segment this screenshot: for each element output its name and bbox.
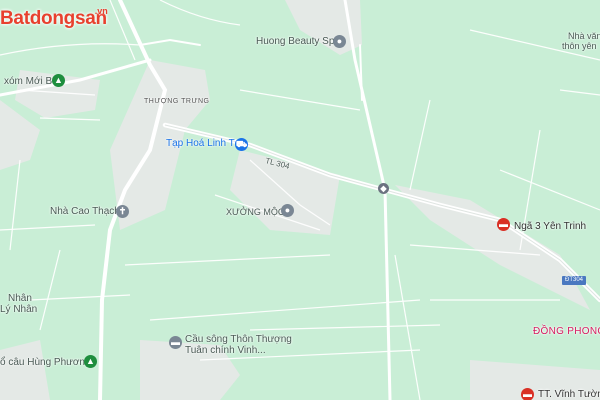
poi-label-tap-hoa[interactable]: Tạp Hoá Linh Tơ [166, 138, 241, 150]
place-label-xom-moi: xóm Mới B [4, 76, 53, 87]
place-label-nha-cao-thach: Nhà Cao Thạch [50, 206, 120, 217]
place-label-thuong-trung: THƯỢNG TRƯNG [144, 98, 210, 105]
poi-label-tt-vinh[interactable]: TT. Vĩnh Tường [538, 389, 600, 400]
place-icon[interactable]: ◆ [378, 183, 389, 194]
shopping-cart-icon[interactable]: ⛟ [235, 138, 248, 151]
place-label-thon-yen: thôn yên [562, 41, 597, 51]
transit-icon[interactable]: ▬ [497, 218, 510, 231]
place-icon[interactable]: ✝ [116, 205, 129, 218]
brand-logo[interactable]: Batdongsan .vn [0, 6, 108, 36]
poi-label-cau-song-2: Tuân chính Vinh... [185, 345, 266, 356]
map-canvas[interactable]: Batdongsan .vn Huong Beauty Spa ● xóm Mớ… [0, 0, 600, 400]
poi-label-nga3[interactable]: Ngã 3 Yên Trinh [514, 221, 586, 233]
community-icon[interactable]: ▲ [84, 355, 97, 368]
place-label-ly-nhan: Lý Nhân [0, 304, 38, 315]
place-icon[interactable]: ▬ [169, 336, 182, 349]
built-up-areas [0, 0, 600, 400]
community-icon[interactable]: ▲ [52, 74, 65, 87]
map-base-layer [0, 0, 600, 400]
transit-icon[interactable]: ▬ [521, 388, 534, 400]
place-icon[interactable]: ● [281, 204, 294, 217]
poi-label-hung-phuong: ổ câu Hùng Phương [0, 357, 91, 368]
route-shield-icon: ĐT304 [562, 276, 587, 285]
brand-suffix: .vn [94, 6, 108, 16]
place-label-dong-phong: ĐỒNG PHONG H [533, 326, 600, 337]
brand-name: Batdongsan [0, 8, 107, 29]
poi-label-xuong-moc: XƯỞNG MỘC [226, 207, 285, 217]
poi-label-beauty-spa[interactable]: Huong Beauty Spa [256, 36, 340, 48]
place-icon[interactable]: ● [333, 35, 346, 48]
